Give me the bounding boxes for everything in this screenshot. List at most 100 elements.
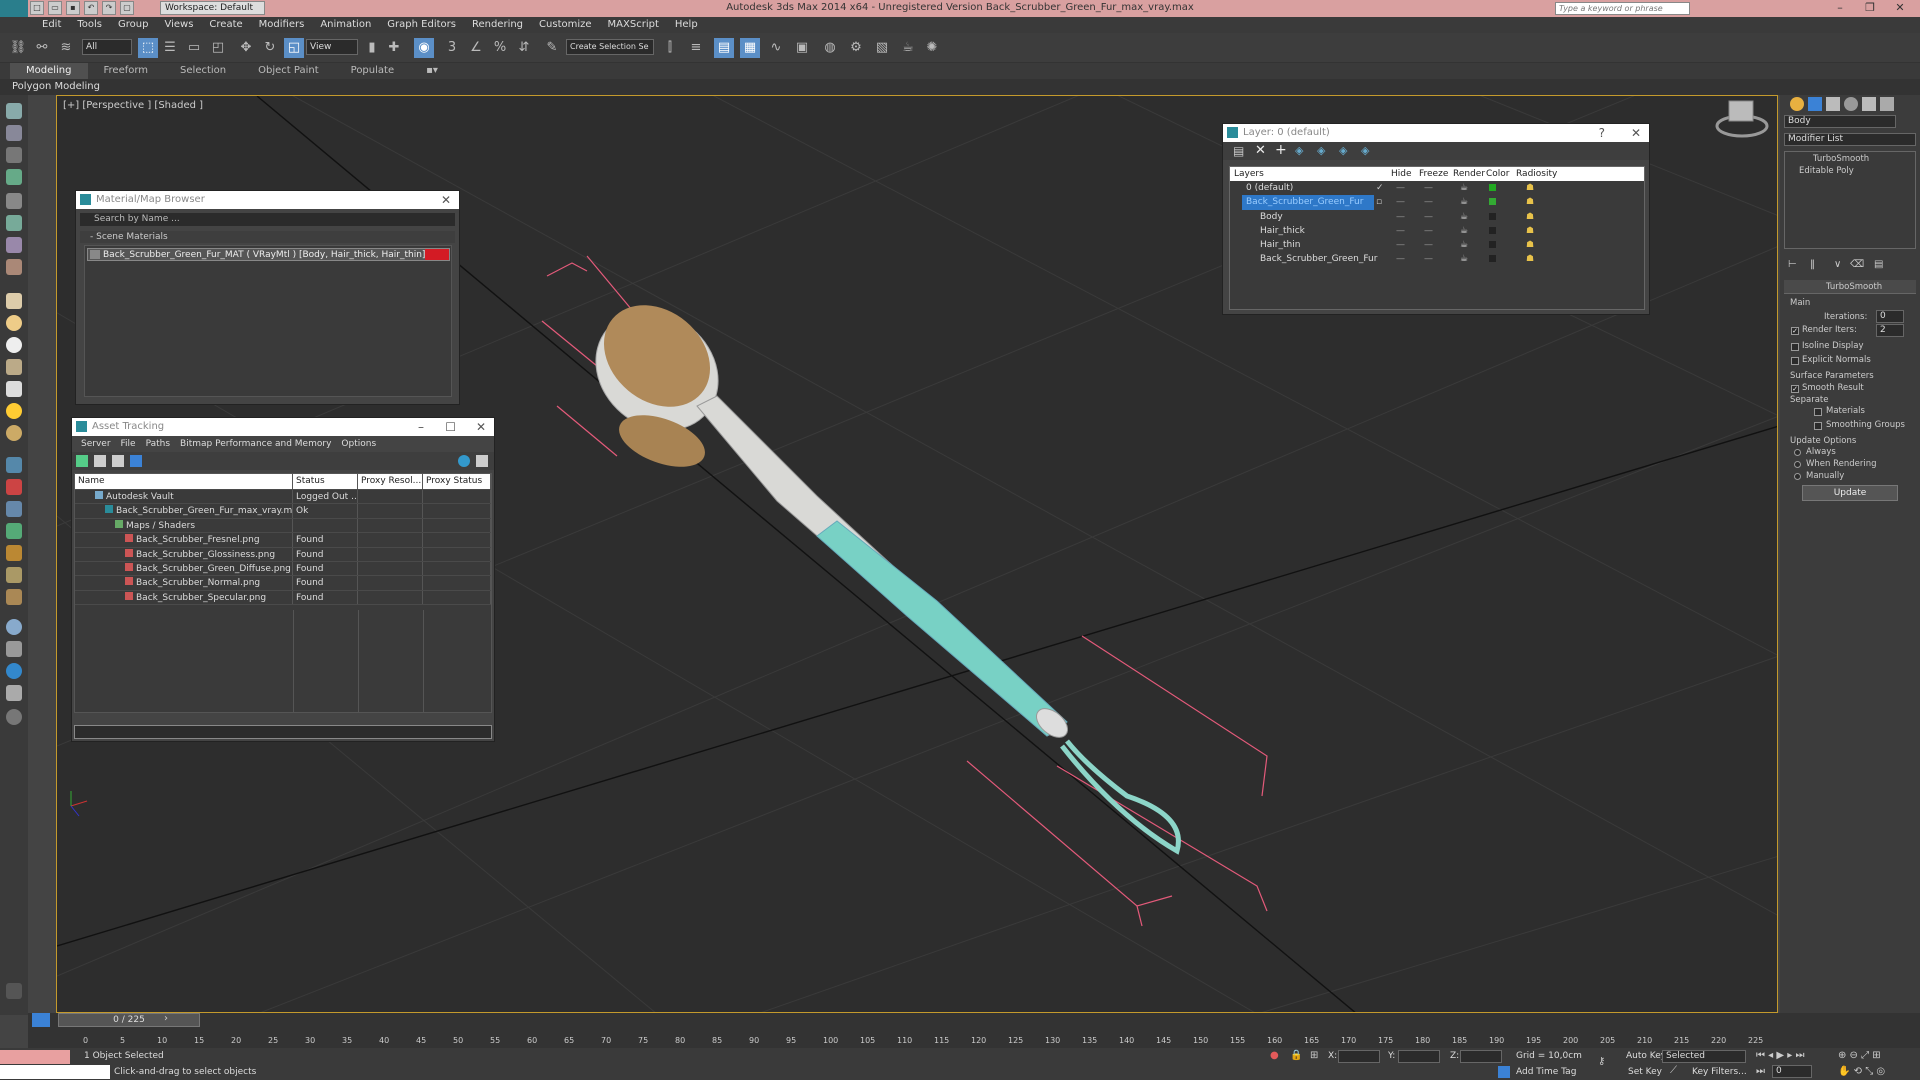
expand-arrow-icon[interactable]: [6, 983, 22, 999]
table-view-icon[interactable]: [130, 455, 142, 467]
menu-modifiers[interactable]: Modifiers: [251, 17, 313, 33]
modify-tab-icon[interactable]: [1808, 97, 1822, 111]
project-folder-icon[interactable]: ▢: [120, 1, 134, 15]
box-icon[interactable]: [6, 125, 22, 141]
render-production-icon[interactable]: ☕: [898, 38, 918, 58]
create-tab-icon[interactable]: [1790, 97, 1804, 111]
minimize-icon[interactable]: –: [418, 418, 424, 436]
track-bar[interactable]: 0 5 10 15 20 25 30 35 40 45 50 55 60 65 70 75 80 85 90 95 10…: [28, 1028, 1920, 1048]
schematic-view-icon[interactable]: ▣: [792, 38, 812, 58]
next-frame-arrow-icon[interactable]: ›: [164, 1013, 168, 1024]
isolate-selection-icon[interactable]: ●: [1270, 1050, 1279, 1061]
radiosity-icon[interactable]: ☗: [1526, 181, 1534, 195]
hide-all-icon[interactable]: ◈: [1339, 144, 1347, 157]
viewport-label[interactable]: [+] [Perspective ] [Shaded ]: [63, 100, 203, 111]
menu-help[interactable]: Help: [667, 17, 706, 33]
sun-icon[interactable]: [6, 425, 22, 441]
render-iters-checkbox[interactable]: ✓: [1791, 327, 1799, 335]
rendered-frame-icon[interactable]: ▧: [872, 38, 892, 58]
render-iterative-icon[interactable]: ✺: [922, 38, 942, 58]
viewport-nav-icons[interactable]: ⊕ ⊖ ⤢ ⊞: [1838, 1050, 1881, 1061]
menu-file[interactable]: File: [116, 436, 141, 452]
polygon-modeling-label[interactable]: Polygon Modeling: [12, 81, 100, 92]
angle-snap-icon[interactable]: ∠: [466, 38, 486, 58]
layer-color-swatch[interactable]: [1489, 252, 1496, 266]
add-to-layer-icon[interactable]: +: [1275, 142, 1287, 158]
render-teapot-icon[interactable]: ☕: [1460, 238, 1468, 252]
table-row[interactable]: Back_Scrubber_Green_Fur_max_vray.max Ok: [75, 504, 491, 519]
menu-graph-editors[interactable]: Graph Editors: [379, 17, 464, 33]
render-iters-spinner[interactable]: 2: [1876, 324, 1904, 337]
modifier-list-dropdown[interactable]: Modifier List: [1784, 133, 1916, 146]
menu-group[interactable]: Group: [110, 17, 156, 33]
absolute-mode-icon[interactable]: ⊞: [1310, 1050, 1318, 1061]
layer-name[interactable]: Back_Scrubber_Green_Fur: [1256, 252, 1381, 266]
render-teapot-icon[interactable]: ☕: [1460, 252, 1468, 266]
menu-bitmap-performance[interactable]: Bitmap Performance and Memory: [175, 436, 336, 452]
layer-manager-icon[interactable]: ▤: [714, 38, 734, 58]
display-tab-icon[interactable]: [1862, 97, 1876, 111]
freeze-toggle-icon[interactable]: —: [1424, 238, 1433, 252]
menu-views[interactable]: Views: [156, 17, 201, 33]
tab-populate[interactable]: Populate: [335, 63, 410, 79]
hide-toggle-icon[interactable]: —: [1396, 252, 1405, 266]
menu-paths[interactable]: Paths: [141, 436, 175, 452]
undo-icon[interactable]: ↶: [84, 1, 98, 15]
layer-row[interactable]: Back_Scrubber_Green_Fur — — ☕ ☗: [1230, 252, 1644, 266]
layer-row[interactable]: Body — — ☕ ☗: [1230, 210, 1644, 224]
list-view-icon[interactable]: [94, 455, 106, 467]
curve-editor-icon[interactable]: ∿: [766, 38, 786, 58]
key-mode-toggle-icon[interactable]: ⏭: [1756, 1066, 1765, 1077]
grid-icon[interactable]: [6, 169, 22, 185]
mini-curve-toggle-icon[interactable]: [32, 1013, 50, 1027]
delete-layer-icon[interactable]: ✕: [1255, 143, 1266, 158]
isoline-checkbox[interactable]: [1791, 343, 1799, 351]
tab-object-paint[interactable]: Object Paint: [242, 63, 335, 79]
render-teapot-icon[interactable]: ☕: [1460, 195, 1468, 209]
layer-name[interactable]: 0 (default): [1242, 181, 1297, 195]
object-icon[interactable]: [6, 193, 22, 209]
smoothing-groups-checkbox[interactable]: [1814, 422, 1822, 430]
close-icon[interactable]: ✕: [441, 191, 451, 209]
move-icon[interactable]: ✥: [236, 38, 256, 58]
bind-spacewarp-icon[interactable]: ≋: [56, 38, 76, 58]
helper-icon[interactable]: [6, 215, 22, 231]
tab-modeling[interactable]: Modeling: [10, 63, 88, 79]
workspace-dropdown[interactable]: Workspace: Default: [160, 1, 265, 15]
table-row[interactable]: Autodesk Vault Logged Out ...: [75, 490, 491, 505]
key-mode-dropdown[interactable]: Selected: [1662, 1050, 1746, 1063]
freeze-toggle-icon[interactable]: —: [1424, 252, 1433, 266]
radiosity-icon[interactable]: ☗: [1526, 224, 1534, 238]
freeze-toggle-icon[interactable]: —: [1424, 181, 1433, 195]
menu-server[interactable]: Server: [76, 436, 116, 452]
materials-checkbox[interactable]: [1814, 408, 1822, 416]
new-file-icon[interactable]: □: [30, 1, 44, 15]
light-icon[interactable]: [6, 403, 22, 419]
camera-icon[interactable]: [6, 501, 22, 517]
layer-color-swatch[interactable]: [1489, 195, 1496, 209]
tab-freeform[interactable]: Freeform: [88, 63, 165, 79]
object-name-field[interactable]: Body: [1784, 115, 1896, 128]
align-icon[interactable]: ≡: [686, 38, 706, 58]
layer-row[interactable]: Hair_thick — — ☕ ☗: [1230, 224, 1644, 238]
close-icon[interactable]: ✕: [476, 418, 486, 436]
column-hide[interactable]: Hide: [1391, 167, 1412, 181]
material-editor-icon[interactable]: ◍: [820, 38, 840, 58]
render-icon[interactable]: [6, 619, 22, 635]
menu-maxscript[interactable]: MAXScript: [600, 17, 667, 33]
column-status[interactable]: Status: [293, 474, 358, 489]
menu-animation[interactable]: Animation: [312, 17, 379, 33]
layer-name[interactable]: Body: [1256, 210, 1287, 224]
select-objects-icon[interactable]: ◈: [1295, 144, 1303, 157]
motion-tab-icon[interactable]: [1844, 97, 1858, 111]
particle-icon[interactable]: [6, 457, 22, 473]
column-color[interactable]: Color: [1486, 167, 1510, 181]
door-icon[interactable]: [6, 545, 22, 561]
layer-color-swatch[interactable]: [1489, 238, 1496, 252]
radiosity-icon[interactable]: ☗: [1526, 210, 1534, 224]
motion-icon[interactable]: [6, 685, 22, 701]
display-icon[interactable]: [6, 663, 22, 679]
iterations-spinner[interactable]: 0: [1876, 310, 1904, 323]
render-teapot-icon[interactable]: ☕: [1460, 181, 1468, 195]
redo-icon[interactable]: ↷: [102, 1, 116, 15]
